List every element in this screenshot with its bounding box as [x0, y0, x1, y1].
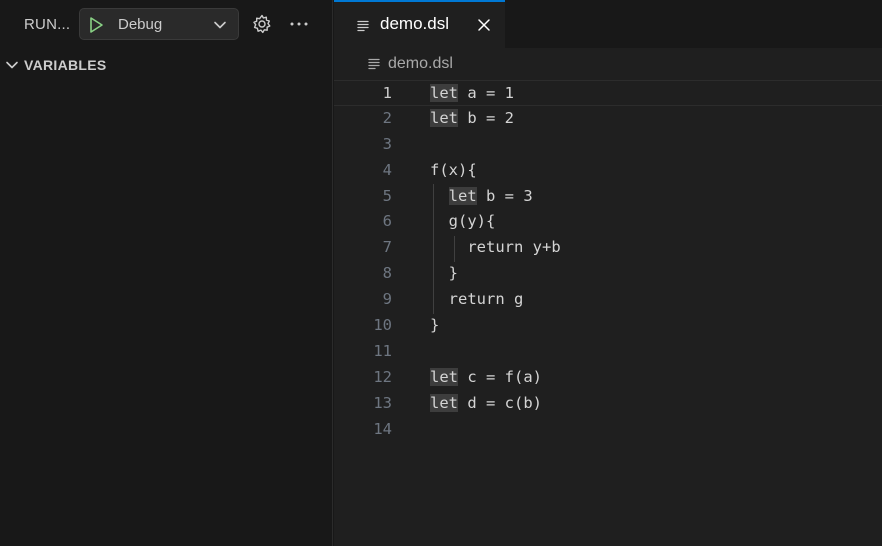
breadcrumb-label: demo.dsl	[388, 55, 453, 72]
line-text: g(y){	[448, 212, 496, 231]
line-number: 4	[382, 160, 392, 179]
editor-area: demo.dsl demo.dsl 1 let a = 1 2 let b = …	[334, 0, 882, 546]
line-number: 6	[382, 212, 392, 231]
line-number: 5	[382, 186, 392, 205]
code-line[interactable]: 1 let a = 1	[334, 80, 882, 106]
ellipsis-icon[interactable]	[287, 15, 311, 33]
line-source: let d = c(b)	[430, 391, 542, 417]
line-text: b = 3	[476, 186, 533, 205]
sidebar-title: RUN...	[24, 16, 71, 33]
line-text: b = 2	[458, 108, 514, 127]
gear-icon[interactable]	[251, 13, 273, 35]
code-line[interactable]: 2 let b = 2	[334, 106, 882, 132]
line-number: 12	[373, 367, 392, 386]
code-line[interactable]: 5 let b = 3	[334, 184, 882, 210]
close-icon[interactable]	[476, 17, 492, 33]
line-text: c = f(a)	[458, 367, 542, 386]
section-title: VARIABLES	[24, 57, 107, 73]
run-debug-sidebar: RUN... Debug VARIABLES	[0, 0, 333, 546]
line-number: 8	[382, 264, 392, 283]
tab-label: demo.dsl	[380, 14, 449, 33]
code-line[interactable]: 14	[334, 417, 882, 443]
line-number: 3	[382, 134, 392, 153]
line-number: 2	[382, 108, 392, 127]
line-text: }	[430, 316, 440, 335]
keyword-highlight: let	[430, 108, 458, 127]
keyword-highlight: let	[430, 393, 458, 412]
line-text: f(x){	[430, 160, 477, 179]
line-source: f(x){	[430, 158, 477, 184]
code-line[interactable]: 9 return g	[334, 287, 882, 313]
line-source: }	[430, 313, 439, 339]
code-line[interactable]: 4 f(x){	[334, 158, 882, 184]
line-number: 9	[382, 290, 392, 309]
code-editor[interactable]: 1 let a = 1 2 let b = 2 3 4 f(x){5 let b = 36 …	[334, 80, 882, 442]
keyword-highlight: let	[430, 84, 458, 102]
tab-demo-dsl[interactable]: demo.dsl	[334, 0, 505, 48]
code-line[interactable]: 11	[334, 339, 882, 365]
variables-section-header[interactable]: VARIABLES	[0, 53, 332, 77]
line-source: }	[430, 261, 458, 287]
line-number: 1	[382, 84, 392, 102]
line-source: return y+b	[430, 235, 561, 261]
line-source: return g	[430, 287, 524, 313]
line-text: a = 1	[458, 84, 514, 102]
file-lines-icon	[368, 58, 380, 70]
code-line[interactable]: 8 }	[334, 261, 882, 287]
line-text: d = c(b)	[458, 393, 542, 412]
debug-config-label: Debug	[118, 16, 163, 33]
line-number: 7	[382, 238, 392, 257]
line-text: return y+b	[467, 238, 561, 257]
code-line[interactable]: 12 let c = f(a)	[334, 365, 882, 391]
line-source: let b = 3	[430, 184, 533, 210]
line-text: }	[448, 264, 459, 283]
keyword-highlight: let	[430, 367, 458, 386]
file-lines-icon	[357, 20, 369, 32]
keyword-highlight: let	[448, 186, 477, 205]
line-number: 11	[373, 341, 392, 360]
code-line[interactable]: 7 return y+b	[334, 235, 882, 261]
code-line[interactable]: 3	[334, 132, 882, 158]
line-number: 14	[373, 419, 392, 438]
debug-config-select[interactable]: Debug	[79, 8, 239, 40]
line-source: g(y){	[430, 209, 496, 235]
chevron-down-icon[interactable]	[212, 17, 228, 33]
chevron-down-icon	[6, 61, 18, 69]
line-number: 10	[373, 316, 392, 335]
line-number: 13	[373, 393, 392, 412]
breadcrumb[interactable]: demo.dsl	[334, 52, 882, 78]
code-line[interactable]: 13 let d = c(b)	[334, 391, 882, 417]
tab-bar: demo.dsl	[334, 0, 882, 48]
window: RUN... Debug VARIABLES demo.dsl demo.dsl…	[0, 0, 882, 546]
line-source: let b = 2	[430, 106, 514, 132]
code-line[interactable]: 10}	[334, 313, 882, 339]
code-line[interactable]: 6 g(y){	[334, 209, 882, 235]
line-source: let a = 1	[430, 81, 514, 107]
line-source: let c = f(a)	[430, 365, 542, 391]
play-icon[interactable]	[86, 15, 106, 35]
line-text: return g	[448, 290, 524, 309]
